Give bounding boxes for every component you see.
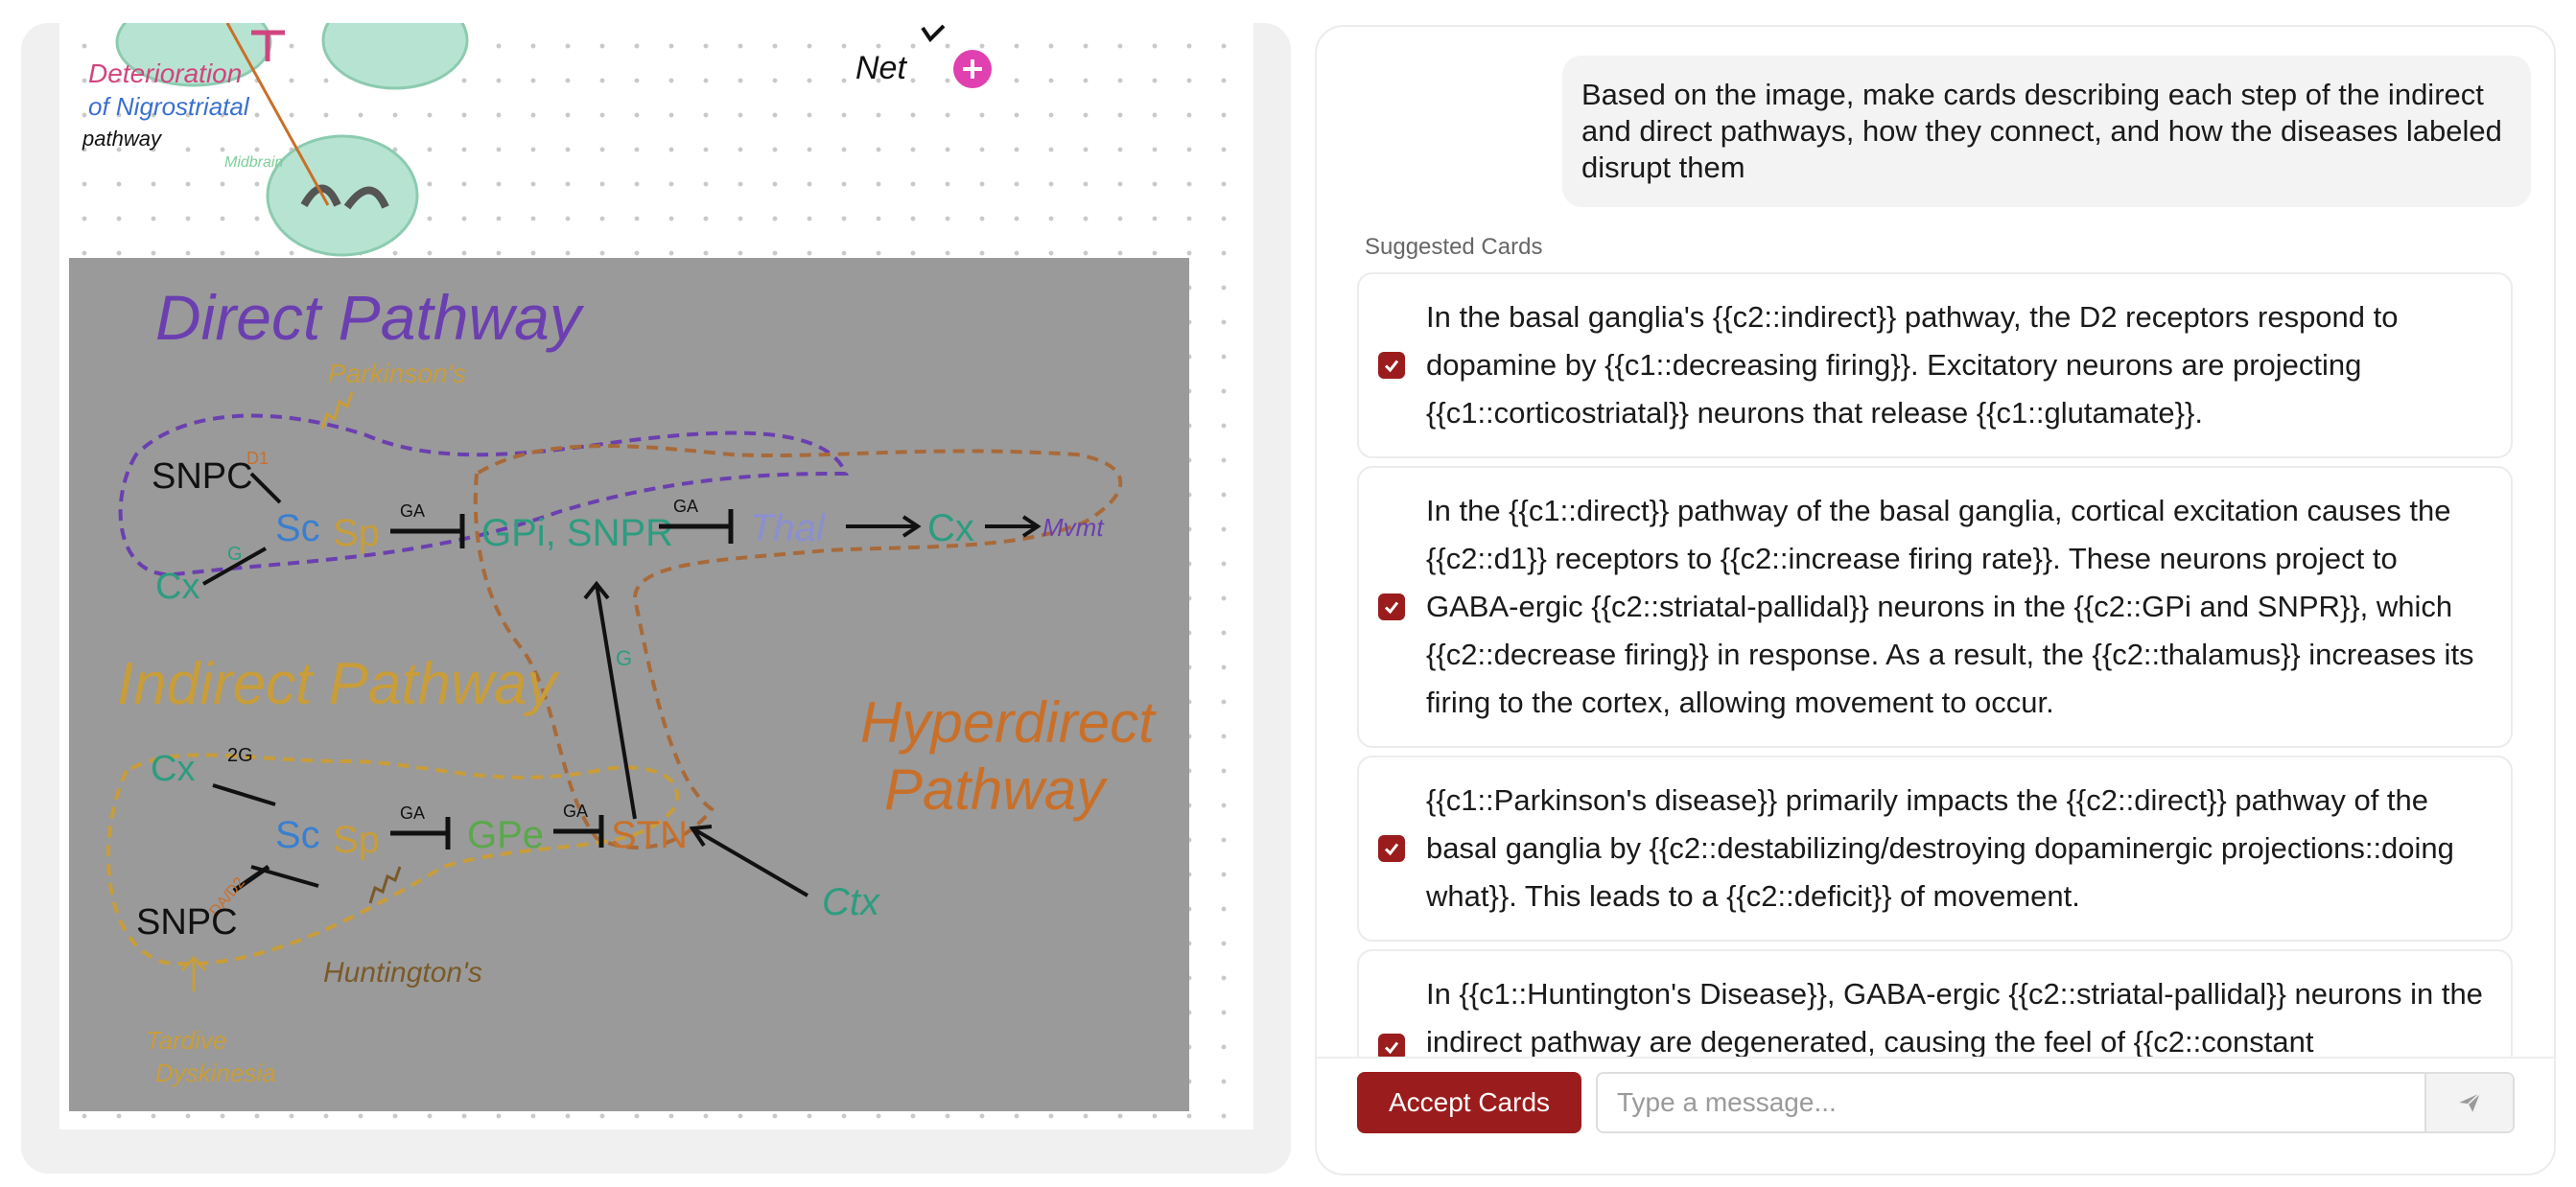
check-icon — [1384, 843, 1399, 856]
suggested-cards-label: Suggested Cards — [1365, 234, 1543, 260]
card-checkbox[interactable] — [1378, 352, 1405, 379]
2g-label: 2G — [227, 745, 253, 766]
card-list[interactable]: In the basal ganglia's {{c2::indirect}} … — [1357, 272, 2513, 1057]
snpc-indirect-label: SNPC — [136, 902, 238, 943]
deterioration-label: Deterioration — [88, 58, 242, 88]
indirect-title: Indirect Pathway — [117, 651, 560, 717]
movement-label: Mvmt — [1042, 513, 1105, 542]
tardive-label: Tardive — [146, 1026, 226, 1055]
hyperdirect-title-1: Hyperdirect — [860, 690, 1157, 755]
midbrain-label: Midbrain — [224, 154, 283, 171]
footer-divider — [1317, 1057, 2554, 1059]
stn-label: STN — [611, 814, 688, 856]
chat-panel: Based on the image, make cards describin… — [1315, 25, 2556, 1175]
card-item: {{c1::Parkinson's disease}} primarily im… — [1357, 756, 2513, 942]
card-text: In {{c1::Huntington's Disease}}, GABA-er… — [1426, 977, 2483, 1057]
user-message-bubble: Based on the image, make cards describin… — [1562, 56, 2531, 207]
send-icon — [2459, 1092, 2481, 1112]
card-checkbox[interactable] — [1378, 594, 1405, 620]
thal-label: Thal — [750, 507, 826, 549]
ctx-hyperdirect-label: Ctx — [822, 881, 881, 923]
sp-direct-label: Sp — [333, 512, 380, 554]
dyskinesia-label: Dyskinesia — [155, 1059, 276, 1087]
card-checkbox[interactable] — [1378, 835, 1405, 862]
gpe-label: GPe — [467, 814, 544, 856]
card-text: {{c1::Parkinson's disease}} primarily im… — [1426, 783, 2454, 913]
gpi-snpr-label: GPi, SNPR — [481, 512, 673, 554]
pathway-label: pathway — [82, 127, 163, 151]
check-icon — [1384, 360, 1399, 373]
parkinsons-label: Parkinson's — [328, 359, 466, 388]
pathway-drawing: Deterioration of Nigrostriatal pathway M… — [69, 23, 1189, 1111]
image-panel: Deterioration of Nigrostriatal pathway M… — [21, 23, 1291, 1174]
cx-direct-label: Cx — [155, 567, 199, 607]
card-checkbox[interactable] — [1378, 1034, 1405, 1057]
cx2-direct-label: Cx — [927, 507, 974, 549]
net-label: Net — [855, 50, 907, 86]
card-item: In the {{c1::direct}} pathway of the bas… — [1357, 466, 2513, 748]
ga2-indirect-label: GA — [563, 802, 588, 821]
ga1-indirect-label: GA — [400, 803, 425, 823]
g-stn-label: G — [616, 646, 632, 670]
accept-cards-button[interactable]: Accept Cards — [1357, 1072, 1581, 1133]
whiteboard-canvas: Deterioration of Nigrostriatal pathway M… — [59, 23, 1253, 1129]
snpc-direct-label: SNPC — [152, 456, 253, 497]
d1-label: D1 — [246, 449, 269, 468]
sp-indirect-label: Sp — [333, 819, 380, 861]
ga1-direct-label: GA — [400, 501, 425, 521]
card-item: In the basal ganglia's {{c2::indirect}} … — [1357, 272, 2513, 458]
check-icon — [1384, 601, 1399, 615]
card-text: In the basal ganglia's {{c2::indirect}} … — [1426, 300, 2399, 430]
sc-direct-label: Sc — [275, 507, 320, 549]
hyperdirect-title-2: Pathway — [884, 757, 1109, 822]
nigrostriatal-label: of Nigrostriatal — [88, 92, 250, 121]
card-text: In the {{c1::direct}} pathway of the bas… — [1426, 494, 2474, 719]
sc-indirect-label: Sc — [275, 814, 320, 856]
huntingtons-label: Huntington's — [323, 957, 482, 989]
send-button[interactable] — [2424, 1074, 2513, 1131]
card-item: In {{c1::Huntington's Disease}}, GABA-er… — [1357, 949, 2513, 1057]
message-box — [1596, 1072, 2515, 1133]
direct-title: Direct Pathway — [155, 282, 585, 353]
message-input[interactable] — [1598, 1074, 2432, 1131]
cx-indirect-label: Cx — [151, 749, 195, 789]
ga2-direct-label: GA — [673, 497, 698, 516]
check-icon — [1384, 1041, 1399, 1055]
